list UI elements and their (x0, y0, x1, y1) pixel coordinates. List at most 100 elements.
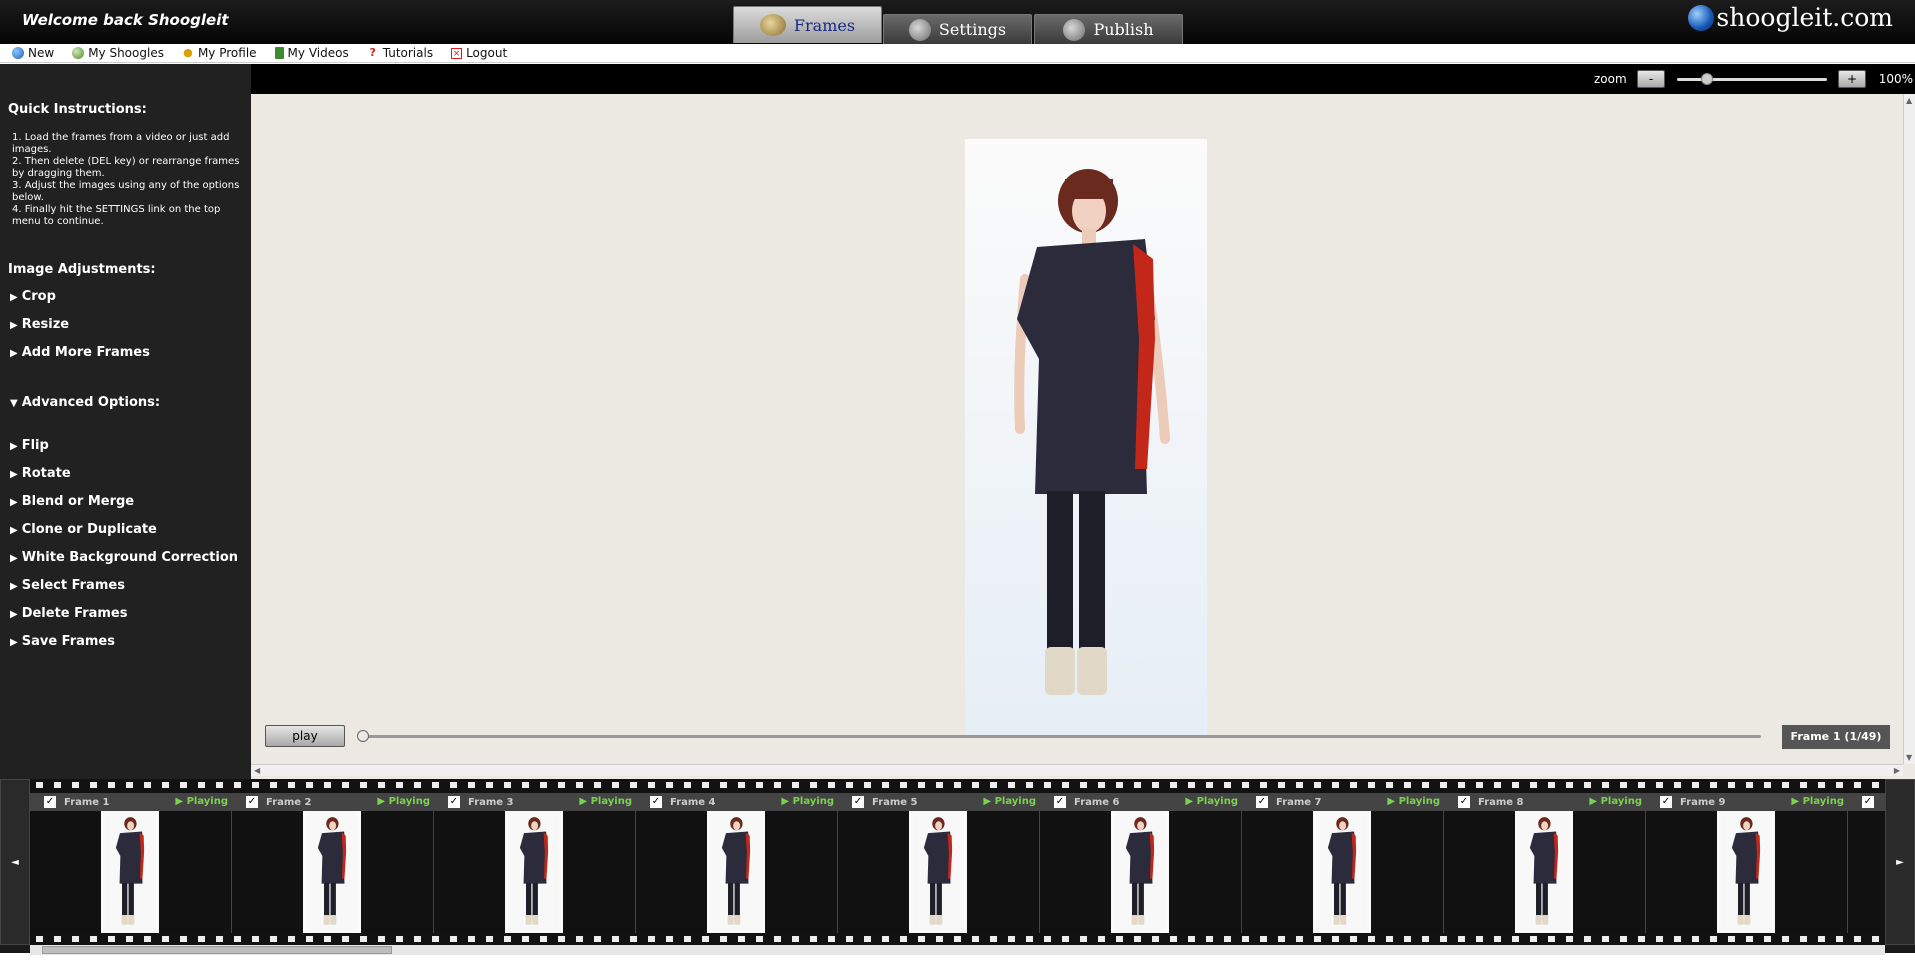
frame-label: Frame 7 (1276, 796, 1322, 808)
profile-icon: ● (183, 46, 193, 59)
vertical-scrollbar[interactable]: ▲ ▼ (1903, 94, 1915, 764)
option-label: Blend or Merge (21, 494, 135, 509)
frame-checkbox[interactable]: ✓ (1862, 796, 1874, 808)
option-blend-or-merge[interactable]: ▶ Blend or Merge (10, 494, 134, 509)
frame-thumbnail-image (307, 811, 357, 933)
instruction-step: 3. Adjust the images using any of the op… (12, 180, 240, 203)
film-frame[interactable]: ✓ Frame 1 ▶ Playing (30, 793, 232, 933)
frame-status: ▶ Playing (781, 796, 834, 807)
option-label: Crop (21, 289, 56, 304)
help-icon: ? (369, 46, 376, 59)
frame-checkbox[interactable]: ✓ (1256, 796, 1268, 808)
frame-status: ▶ Playing (175, 796, 228, 807)
film-frame[interactable]: ✓ Frame 3 ▶ Playing (434, 793, 636, 933)
videos-icon (274, 47, 284, 59)
frame-header: ✓ Frame 6 ▶ Playing (1040, 793, 1242, 811)
frame-checkbox[interactable]: ✓ (246, 796, 258, 808)
filmstrip-next-button[interactable]: ► (1885, 779, 1915, 945)
current-frame-image[interactable] (965, 139, 1207, 735)
frame-checkbox[interactable]: ✓ (650, 796, 662, 808)
zoom-out-button[interactable]: - (1637, 70, 1665, 88)
scroll-left-icon[interactable]: ◀ (254, 766, 260, 775)
filmstrip-prev-button[interactable]: ◄ (0, 779, 30, 945)
tab-frames[interactable]: Frames (733, 6, 882, 43)
frame-status: ▶ Playing (377, 796, 430, 807)
play-status-icon: ▶ (1589, 796, 1601, 807)
menu-my-profile[interactable]: ● My Profile (182, 46, 256, 60)
option-add-more-frames[interactable]: ▶ Add More Frames (10, 345, 150, 360)
scroll-up-icon[interactable]: ▲ (1906, 96, 1912, 105)
frame-status-text: Playing (1196, 796, 1238, 807)
option-crop[interactable]: ▶ Crop (10, 289, 56, 304)
tab-settings[interactable]: Settings (883, 14, 1032, 44)
menu-my-videos[interactable]: My Videos (274, 46, 349, 60)
film-frame[interactable]: ✓ Frame 6 ▶ Playing (1040, 793, 1242, 933)
frame-thumbnail (1111, 811, 1169, 933)
expand-arrow-icon: ▶ (10, 553, 18, 564)
expand-arrow-icon: ▶ (10, 348, 18, 359)
menu-tutorials[interactable]: ? Tutorials (367, 46, 434, 60)
horizontal-scrollbar[interactable]: ◀ ▶ (251, 764, 1903, 776)
option-flip[interactable]: ▶ Flip (10, 438, 49, 453)
play-status-icon: ▶ (781, 796, 793, 807)
timeline-slider[interactable] (357, 730, 1761, 742)
option-label: Flip (21, 438, 49, 453)
frame-checkbox[interactable]: ✓ (1660, 796, 1672, 808)
menu-logout[interactable]: × Logout (451, 46, 507, 60)
scroll-down-icon[interactable]: ▼ (1906, 753, 1912, 762)
option-save-frames[interactable]: ▶ Save Frames (10, 634, 115, 649)
frame-checkbox[interactable]: ✓ (852, 796, 864, 808)
filmstrip-scrollbar-thumb[interactable] (42, 946, 392, 954)
filmstrip: ◄ ✓ Frame 1 ▶ Playing ✓ Frame 2 ▶ Playing ✓ Fra… (0, 779, 1915, 955)
frame-checkbox[interactable]: ✓ (44, 796, 56, 808)
logo[interactable]: shoogleit.com (1688, 3, 1893, 32)
option-label: White Background Correction (21, 550, 239, 565)
frame-thumbnail (1515, 811, 1573, 933)
frame-checkbox[interactable]: ✓ (1458, 796, 1470, 808)
option-label: Rotate (21, 466, 71, 481)
film-frame[interactable]: ✓ Frame 4 ▶ Playing (636, 793, 838, 933)
globe-icon (1063, 18, 1086, 41)
filmstrip-scrollbar[interactable] (30, 945, 1885, 955)
play-button[interactable]: play (265, 725, 345, 747)
film-frame[interactable]: ✓ Frame 5 ▶ Playing (838, 793, 1040, 933)
option-resize[interactable]: ▶ Resize (10, 317, 69, 332)
quick-instructions: 1. Load the frames from a video or just … (12, 132, 242, 228)
option-select-frames[interactable]: ▶ Select Frames (10, 578, 125, 593)
film-frame[interactable]: ✓ Frame 9 ▶ Playing (1646, 793, 1848, 933)
menu-new[interactable]: New (12, 46, 54, 60)
tab-publish[interactable]: Publish (1034, 14, 1183, 44)
frame-thumbnail-image (509, 811, 559, 933)
play-status-icon: ▶ (579, 796, 591, 807)
frame-status-text: Playing (994, 796, 1036, 807)
scroll-right-icon[interactable]: ▶ (1894, 766, 1900, 775)
frame-header: ✓ Frame 8 ▶ Playing (1444, 793, 1646, 811)
frame-thumbnail (101, 811, 159, 933)
shoogles-icon (72, 47, 85, 59)
film-frame[interactable]: ✓ Frame 8 ▶ Playing (1444, 793, 1646, 933)
option-rotate[interactable]: ▶ Rotate (10, 466, 71, 481)
collapse-arrow-icon: ▼ (10, 398, 18, 409)
film-frame[interactable]: ✓ Frame 7 ▶ Playing (1242, 793, 1444, 933)
film-frame[interactable]: ✓ Frame 2 ▶ Playing (232, 793, 434, 933)
advanced-options-toggle[interactable]: ▼ Advanced Options: (10, 395, 160, 410)
zoom-slider[interactable] (1677, 73, 1827, 85)
option-white-background-correction[interactable]: ▶ White Background Correction (10, 550, 238, 565)
film-frame[interactable]: ✓ (1848, 793, 1885, 933)
option-label: Select Frames (21, 578, 125, 593)
option-label: Resize (21, 317, 70, 332)
timeline-slider-thumb[interactable] (357, 730, 369, 742)
frame-checkbox[interactable]: ✓ (448, 796, 460, 808)
menu-my-shoogles[interactable]: My Shoogles (72, 46, 164, 60)
option-delete-frames[interactable]: ▶ Delete Frames (10, 606, 127, 621)
tab-frames-label: Frames (793, 15, 856, 35)
frame-canvas: play Frame 1 (1/49) (251, 94, 1903, 764)
option-clone-or-duplicate[interactable]: ▶ Clone or Duplicate (10, 522, 157, 537)
expand-arrow-icon: ▶ (10, 320, 18, 331)
frame-status: ▶ Playing (579, 796, 632, 807)
expand-arrow-icon: ▶ (10, 581, 18, 592)
frame-checkbox[interactable]: ✓ (1054, 796, 1066, 808)
zoom-in-button[interactable]: + (1838, 70, 1866, 88)
zoom-slider-thumb[interactable] (1701, 73, 1713, 85)
advanced-options-title: Advanced Options: (21, 395, 161, 410)
